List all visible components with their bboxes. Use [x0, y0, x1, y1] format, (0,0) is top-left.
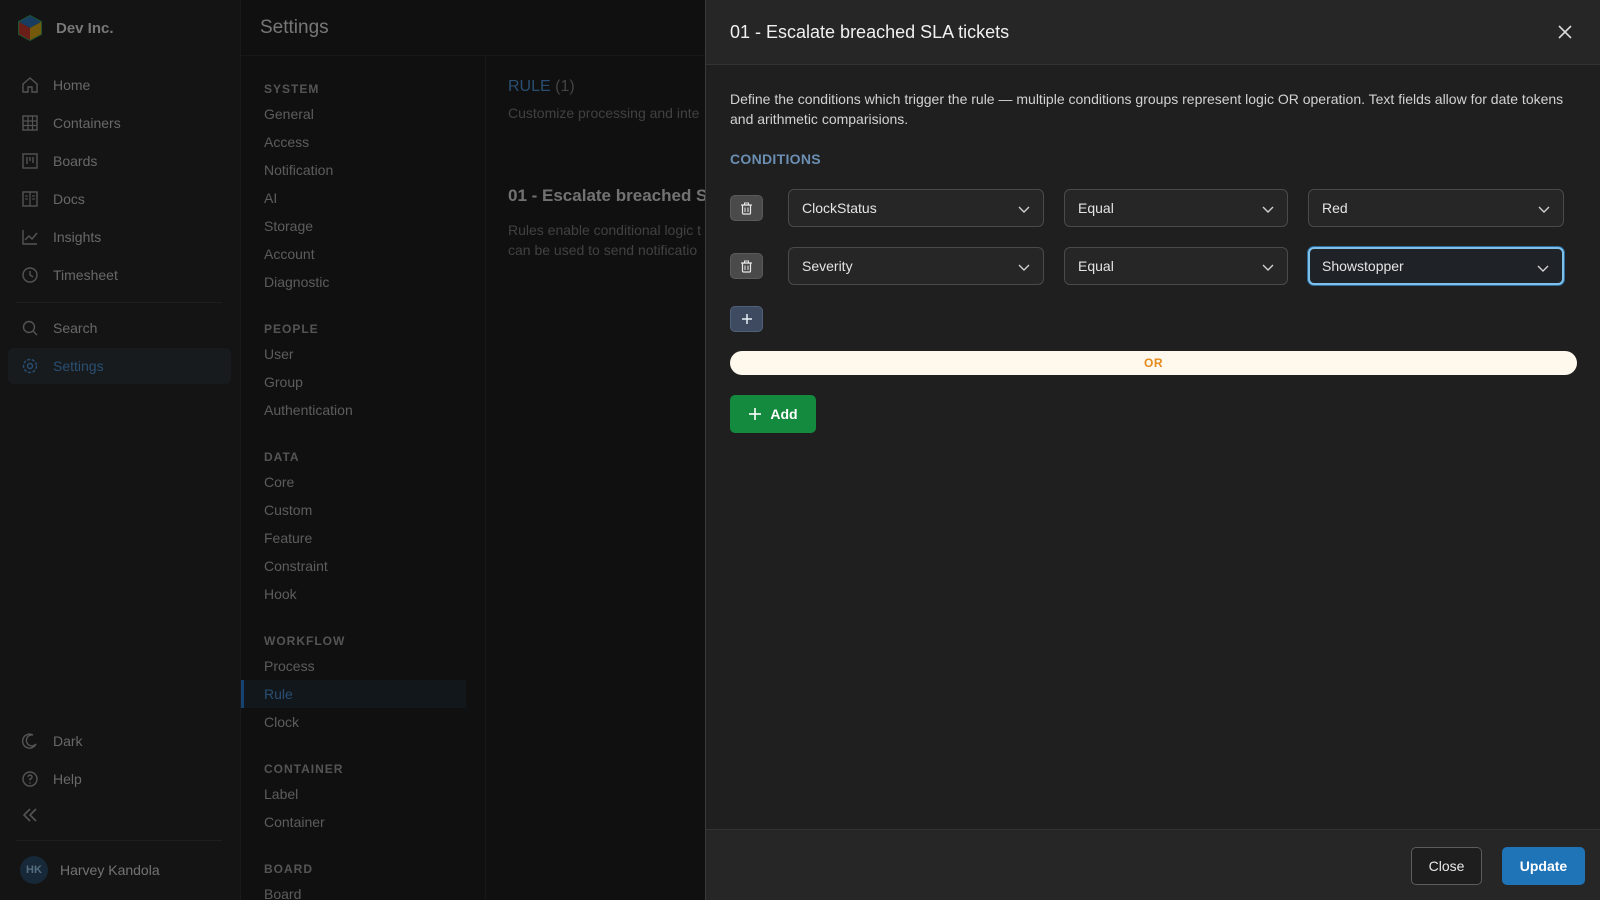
condition-value-select[interactable]: Showstopper: [1308, 247, 1564, 285]
close-button[interactable]: Close: [1411, 847, 1482, 885]
select-value: ClockStatus: [802, 200, 877, 216]
update-button[interactable]: Update: [1502, 847, 1585, 885]
or-separator: OR: [730, 351, 1577, 375]
select-value: Equal: [1078, 200, 1114, 216]
delete-condition-button[interactable]: [730, 253, 763, 279]
drawer-header: 01 - Escalate breached SLA tickets: [706, 0, 1600, 65]
chevron-down-icon: [1018, 206, 1030, 213]
drawer-footer: Close Update: [706, 829, 1600, 900]
close-icon: [1558, 25, 1572, 39]
select-value: Equal: [1078, 258, 1114, 274]
plus-icon: [741, 314, 752, 324]
rule-conditions-drawer: 01 - Escalate breached SLA tickets Defin…: [705, 0, 1600, 900]
add-label: Add: [770, 406, 798, 422]
drawer-description: Define the conditions which trigger the …: [730, 91, 1564, 127]
select-value: Red: [1322, 200, 1348, 216]
chevron-down-icon: [1262, 264, 1274, 271]
chevron-down-icon: [1018, 264, 1030, 271]
select-value: Showstopper: [1322, 258, 1404, 274]
chevron-down-icon: [1538, 206, 1550, 213]
delete-condition-button[interactable]: [730, 195, 763, 221]
condition-row: ClockStatus Equal Red: [730, 189, 1564, 227]
add-condition-button[interactable]: [730, 306, 763, 332]
select-value: Severity: [802, 258, 853, 274]
conditions-label: CONDITIONS: [730, 151, 821, 167]
drawer-title: 01 - Escalate breached SLA tickets: [730, 22, 1010, 42]
chevron-down-icon: [1537, 265, 1549, 272]
condition-operator-select[interactable]: Equal: [1064, 247, 1288, 285]
condition-row: Severity Equal Showstopper: [730, 247, 1564, 285]
condition-value-select[interactable]: Red: [1308, 189, 1564, 227]
condition-field-select[interactable]: Severity: [788, 247, 1044, 285]
condition-operator-select[interactable]: Equal: [1064, 189, 1288, 227]
condition-field-select[interactable]: ClockStatus: [788, 189, 1044, 227]
close-drawer-button[interactable]: [1555, 22, 1575, 42]
plus-icon: [749, 408, 762, 420]
chevron-down-icon: [1262, 206, 1274, 213]
trash-icon: [741, 260, 752, 273]
trash-icon: [741, 202, 752, 215]
add-condition-group-button[interactable]: Add: [730, 395, 816, 433]
